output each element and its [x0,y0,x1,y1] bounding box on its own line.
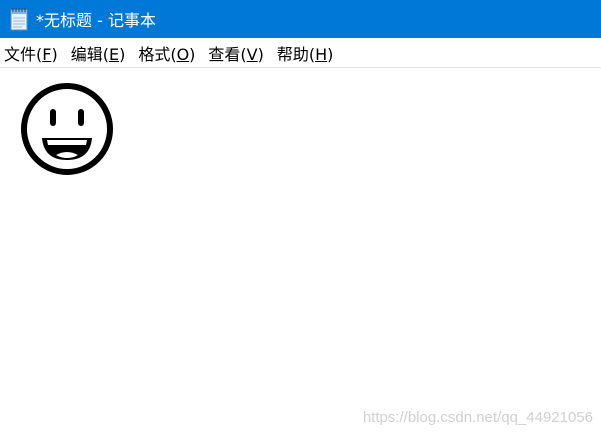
menu-file-tail: ) [51,44,58,64]
menu-help-tail: ) [327,44,334,64]
menu-help[interactable]: 帮助(H) [275,41,336,65]
text-editor-area[interactable]: https://blog.csdn.net/qq_44921056 [0,69,601,436]
menu-view[interactable]: 查看(V) [206,41,265,65]
menu-view-accel: V [246,44,258,64]
grinning-face-icon [21,83,113,175]
notepad-window: *无标题 - 记事本 文件(F) 编辑(E) 格式(O) 查看(V) 帮助(H)… [0,0,601,436]
title-bar[interactable]: *无标题 - 记事本 [0,0,601,38]
menu-file[interactable]: 文件(F) [2,41,60,65]
menu-format-tail: ) [189,44,196,64]
menu-edit[interactable]: 编辑(E) [69,41,128,65]
menu-format[interactable]: 格式(O) [136,41,197,65]
menu-bar: 文件(F) 编辑(E) 格式(O) 查看(V) 帮助(H) [0,38,601,68]
menu-edit-tail: ) [119,44,126,64]
menu-file-label: 文件( [4,44,43,64]
menu-help-label: 帮助( [276,44,316,64]
menu-view-tail: ) [257,44,264,64]
window-title: *无标题 - 记事本 [36,11,156,30]
watermark-text: https://blog.csdn.net/qq_44921056 [362,409,593,426]
menu-edit-label: 编辑( [70,44,109,64]
menu-edit-accel: E [108,44,120,64]
notepad-icon [8,7,30,31]
menu-help-accel: H [315,44,328,64]
menu-format-accel: O [176,44,190,64]
menu-format-label: 格式( [138,44,177,64]
menu-view-label: 查看( [208,44,247,64]
